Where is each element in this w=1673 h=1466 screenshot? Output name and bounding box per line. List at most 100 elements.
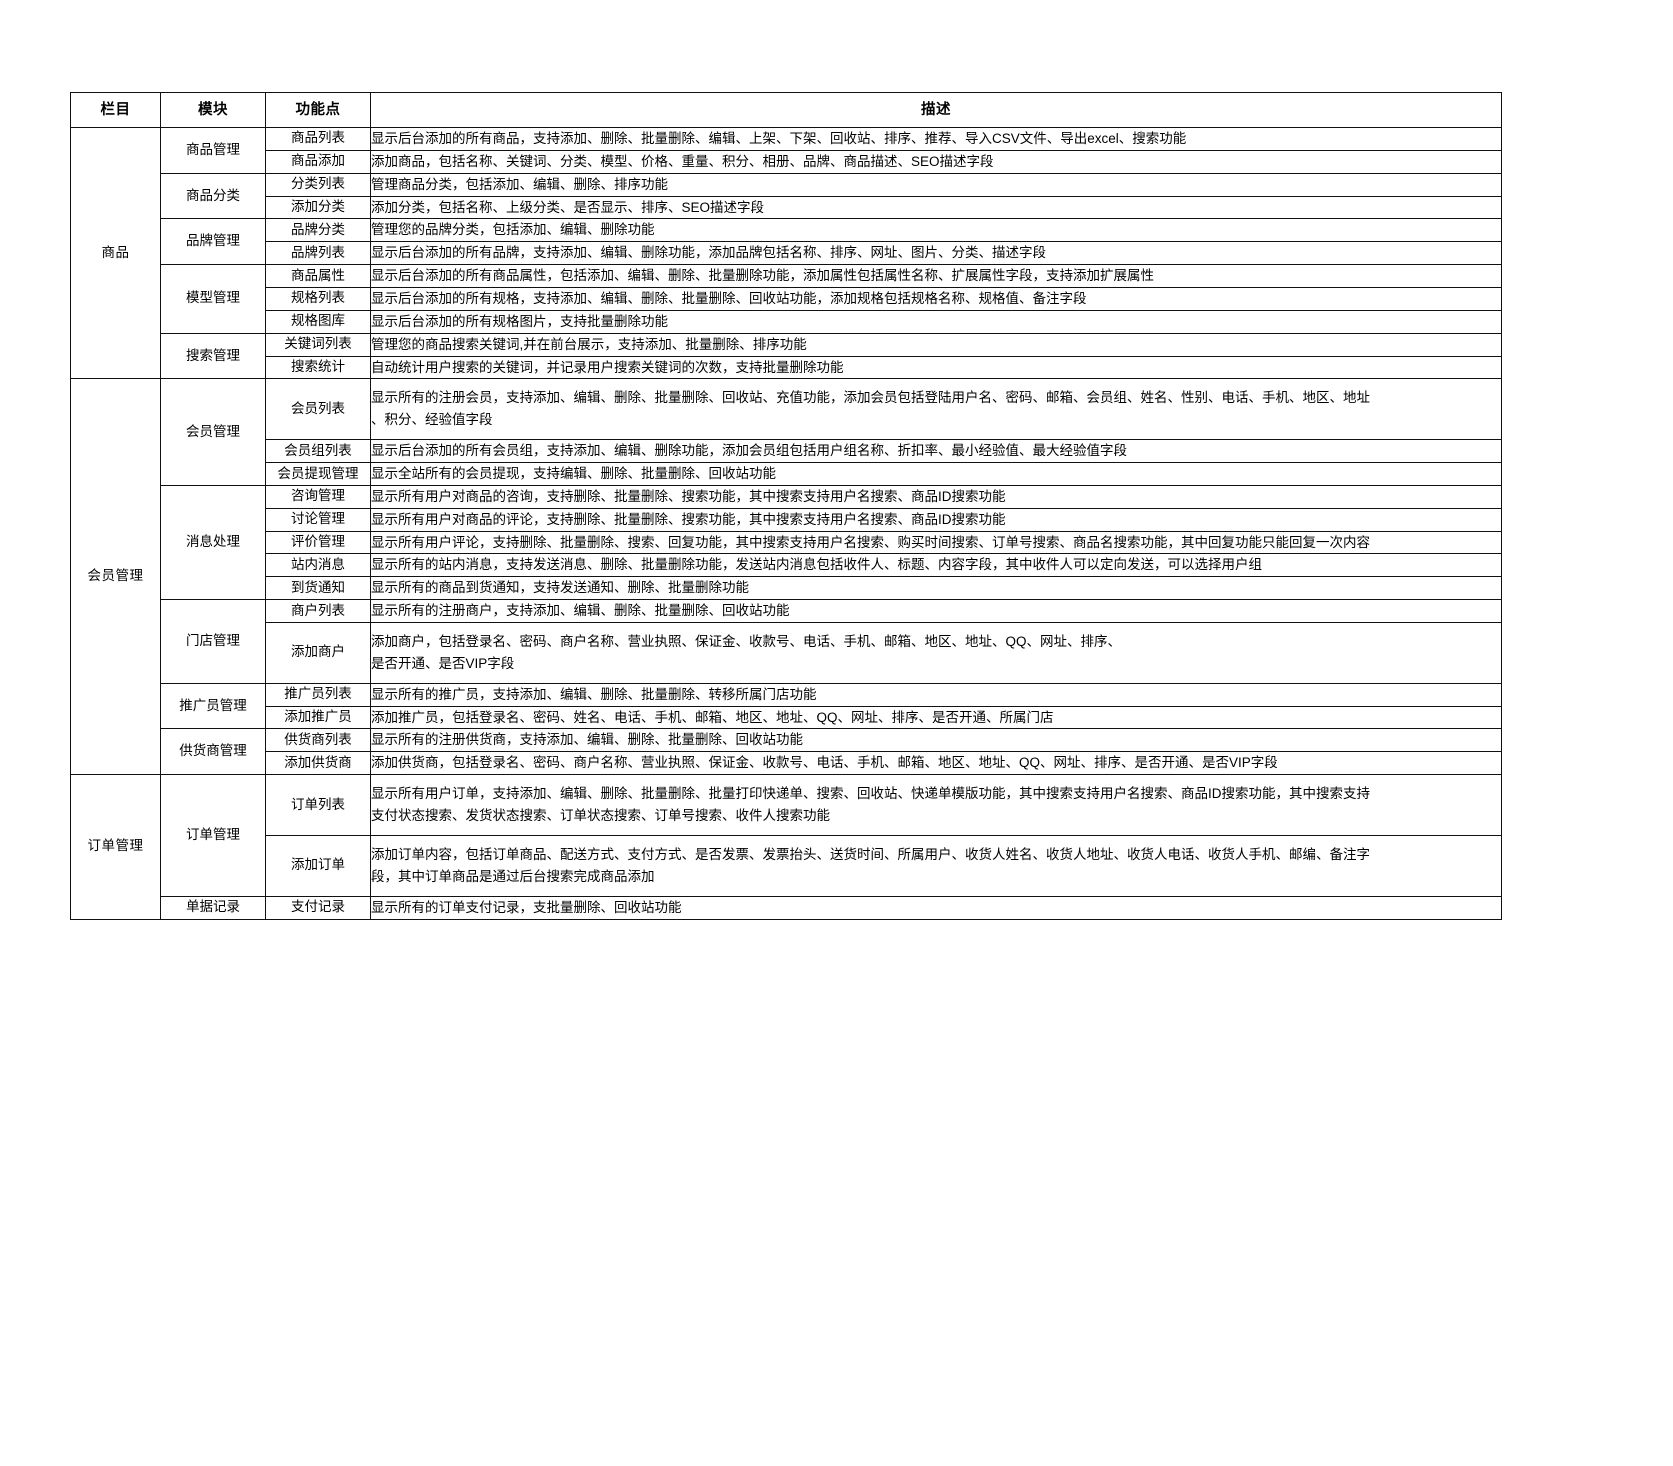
module-group-cell: 推广员管理 xyxy=(160,682,266,730)
table-row: 添加推广员 添加推广员，包括登录名、密码、姓名、电话、手机、邮箱、地区、地址、QQ… xyxy=(71,705,1502,730)
description-cell: 显示所有的订单支付记录，支批量删除、回收站功能 xyxy=(370,895,1502,920)
table-body: 商品 商品管理 商品列表 显示后台添加的所有商品，支持添加、删除、批量删除、编辑、上架… xyxy=(70,126,1502,920)
module-group-cell: 商品管理 xyxy=(160,127,266,174)
feature-cell: 会员列表 xyxy=(265,378,371,441)
feature-cell: 规格列表 xyxy=(265,287,371,311)
feature-cell: 商品属性 xyxy=(265,264,371,289)
feature-cell: 订单列表 xyxy=(265,774,371,836)
description-cell: 显示后台添加的所有规格，支持添加、编辑、删除、批量删除、回收站功能，添加规格包括… xyxy=(370,287,1502,311)
table-row: 规格列表 显示后台添加的所有规格，支持添加、编辑、删除、批量删除、回收站功能，添加… xyxy=(71,287,1502,311)
description-cell: 添加商户，包括登录名、密码、商户名称、营业执照、保证金、收款号、电话、手机、邮箱… xyxy=(370,622,1502,684)
description-line: 支付状态搜索、发货状态搜索、订单状态搜索、订单号搜索、收件人搜索功能 xyxy=(371,808,830,824)
description-cell: 显示后台添加的所有商品，支持添加、删除、批量删除、编辑、上架、下架、回收站、排序… xyxy=(370,127,1502,151)
table-row: 搜索统计 自动统计用户搜索的关键词，并记录用户搜索关键词的次数，支持批量删除功能 xyxy=(71,355,1502,380)
feature-cell: 添加供货商 xyxy=(265,751,371,776)
module-group-cell: 会员管理 xyxy=(160,378,266,486)
table-row: 会员管理 会员管理 会员列表 显示所有的注册会员，支持添加、编辑、删除、批量删除、回收… xyxy=(70,378,1502,776)
feature-cell: 咨询管理 xyxy=(265,484,371,509)
description-line: 是否开通、是否VIP字段 xyxy=(371,655,515,671)
feature-cell: 到货通知 xyxy=(265,576,371,601)
module-group-cell: 门店管理 xyxy=(160,599,266,684)
description-cell: 显示所有用户对商品的咨询，支持删除、批量删除、搜索功能，其中搜索支持用户名搜索、… xyxy=(370,484,1502,509)
header-feature: 功能点 xyxy=(265,92,371,128)
description-cell: 添加商品，包括名称、关键词、分类、模型、价格、重量、积分、相册、品牌、商品描述、… xyxy=(370,149,1502,174)
feature-cell: 会员提现管理 xyxy=(265,462,371,486)
feature-cell: 添加分类 xyxy=(265,195,371,220)
header-description: 描述 xyxy=(370,92,1502,128)
feature-cell: 讨论管理 xyxy=(265,507,371,532)
description-cell: 显示所有的注册商户，支持添加、编辑、删除、批量删除、回收站功能 xyxy=(370,599,1502,624)
column-group-cell: 会员管理 xyxy=(70,378,161,776)
feature-cell: 添加订单 xyxy=(265,834,371,897)
description-cell: 管理您的品牌分类，包括添加、编辑、删除功能 xyxy=(370,218,1502,243)
description-cell: 添加订单内容，包括订单商品、配送方式、支付方式、是否发票、发票抬头、送货时间、所… xyxy=(370,834,1502,897)
feature-cell: 商品添加 xyxy=(265,149,371,174)
table-row: 站内消息 显示所有的站内消息，支持发送消息、删除、批量删除功能，发送站内消息包括收… xyxy=(71,553,1502,578)
description-cell: 显示所有用户订单，支持添加、编辑、删除、批量删除、批量打印快递单、搜索、回收站、… xyxy=(370,774,1502,836)
table-row: 推广员管理 推广员列表 显示所有的推广员，支持添加、编辑、删除、批量删除、转移所属门… xyxy=(71,682,1502,730)
feature-cell: 推广员列表 xyxy=(265,682,371,707)
module-group-cell: 搜索管理 xyxy=(160,332,266,380)
feature-cell: 添加商户 xyxy=(265,622,371,684)
feature-cell: 搜索统计 xyxy=(265,355,371,380)
table-row: 会员组列表 显示后台添加的所有会员组，支持添加、编辑、删除功能，添加会员组包括用户… xyxy=(71,439,1502,464)
module-group-cell: 供货商管理 xyxy=(160,728,266,776)
document-page: 栏目 模块 功能点 描述 商品 商品管理 商品列表 显示后台添加的所有商品，支持添加、… xyxy=(0,0,1673,920)
table-header: 栏目 模块 功能点 描述 xyxy=(70,92,1502,128)
description-cell: 显示所有的商品到货通知，支持发送通知、删除、批量删除功能 xyxy=(370,576,1502,601)
feature-cell: 关键词列表 xyxy=(265,332,371,357)
table-row: 消息处理 咨询管理 显示所有用户对商品的咨询，支持删除、批量删除、搜索功能，其中搜索… xyxy=(71,484,1502,601)
feature-spec-table: 栏目 模块 功能点 描述 商品 商品管理 商品列表 显示后台添加的所有商品，支持添加、… xyxy=(70,92,1502,920)
description-cell: 显示所有的站内消息，支持发送消息、删除、批量删除功能，发送站内消息包括收件人、标… xyxy=(370,553,1502,578)
description-cell: 显示后台添加的所有商品属性，包括添加、编辑、删除、批量删除功能，添加属性包括属性… xyxy=(370,264,1502,289)
table-row: 到货通知 显示所有的商品到货通知，支持发送通知、删除、批量删除功能 xyxy=(71,576,1502,601)
description-cell: 管理您的商品搜索关键词,并在前台展示，支持添加、批量删除、排序功能 xyxy=(370,332,1502,357)
feature-cell: 品牌分类 xyxy=(265,218,371,243)
table-row: 添加订单 添加订单内容，包括订单商品、配送方式、支付方式、是否发票、发票抬头、送货… xyxy=(71,834,1502,897)
table-row: 品牌管理 品牌分类 管理您的品牌分类，包括添加、编辑、删除功能 xyxy=(71,218,1502,266)
table-row: 门店管理 商户列表 显示所有的注册商户，支持添加、编辑、删除、批量删除、回收站功能 xyxy=(71,599,1502,684)
description-cell: 添加分类，包括名称、上级分类、是否显示、排序、SEO描述字段 xyxy=(370,195,1502,220)
table-row: 规格图库 显示后台添加的所有规格图片，支持批量删除功能 xyxy=(71,309,1502,334)
description-cell: 显示所有用户评论，支持删除、批量删除、搜索、回复功能，其中搜索支持用户名搜索、购… xyxy=(370,530,1502,555)
description-cell: 显示所有用户对商品的评论，支持删除、批量删除、搜索功能，其中搜索支持用户名搜索、… xyxy=(370,507,1502,532)
module-group-cell: 商品分类 xyxy=(160,172,266,220)
description-line: 显示所有的注册会员，支持添加、编辑、删除、批量删除、回收站、充值功能，添加会员包… xyxy=(371,390,1370,406)
table-row: 模型管理 商品属性 显示后台添加的所有商品属性，包括添加、编辑、删除、批量删除功能，… xyxy=(71,264,1502,334)
feature-cell: 添加推广员 xyxy=(265,705,371,730)
table-row: 商品添加 添加商品，包括名称、关键词、分类、模型、价格、重量、积分、相册、品牌、商… xyxy=(71,149,1502,174)
table-row: 单据记录 支付记录 显示所有的订单支付记录，支批量删除、回收站功能 xyxy=(71,895,1502,920)
description-cell: 添加供货商，包括登录名、密码、商户名称、营业执照、保证金、收款号、电话、手机、邮… xyxy=(370,751,1502,776)
feature-cell: 会员组列表 xyxy=(265,439,371,464)
description-cell: 添加推广员，包括登录名、密码、姓名、电话、手机、邮箱、地区、地址、QQ、网址、排… xyxy=(370,705,1502,730)
table-row: 讨论管理 显示所有用户对商品的评论，支持删除、批量删除、搜索功能，其中搜索支持用户… xyxy=(71,507,1502,532)
module-group-cell: 单据记录 xyxy=(160,895,266,920)
description-cell: 显示后台添加的所有品牌，支持添加、编辑、删除功能，添加品牌包括名称、排序、网址、… xyxy=(370,241,1502,266)
feature-cell: 商品列表 xyxy=(265,127,371,151)
feature-cell: 支付记录 xyxy=(265,895,371,920)
feature-cell: 商户列表 xyxy=(265,599,371,624)
table-header-row: 栏目 模块 功能点 描述 xyxy=(70,92,1502,128)
description-cell: 显示所有的注册会员，支持添加、编辑、删除、批量删除、回收站、充值功能，添加会员包… xyxy=(370,378,1502,441)
description-cell: 显示后台添加的所有会员组，支持添加、编辑、删除功能，添加会员组包括用户组名称、折… xyxy=(370,439,1502,464)
description-line: 添加商户，包括登录名、密码、商户名称、营业执照、保证金、收款号、电话、手机、邮箱… xyxy=(371,634,1121,650)
table-row: 商品 商品管理 商品列表 显示后台添加的所有商品，支持添加、删除、批量删除、编辑、上架… xyxy=(70,126,1502,380)
feature-cell: 品牌列表 xyxy=(265,241,371,266)
feature-cell: 站内消息 xyxy=(265,553,371,578)
table-row: 品牌列表 显示后台添加的所有品牌，支持添加、编辑、删除功能，添加品牌包括名称、排序… xyxy=(71,241,1502,266)
column-group-cell: 订单管理 xyxy=(70,774,161,920)
table-row: 添加商户 添加商户，包括登录名、密码、商户名称、营业执照、保证金、收款号、电话、手… xyxy=(71,622,1502,684)
table-row: 订单管理 订单管理 订单列表 显示所有用户订单，支持添加、编辑、删除、批量删除、批量打… xyxy=(70,774,1502,920)
feature-cell: 分类列表 xyxy=(265,172,371,197)
description-line: 显示所有用户订单，支持添加、编辑、删除、批量删除、批量打印快递单、搜索、回收站、… xyxy=(371,786,1370,802)
module-group-cell: 模型管理 xyxy=(160,264,266,334)
feature-cell: 规格图库 xyxy=(265,309,371,334)
description-cell: 显示所有的注册供货商，支持添加、编辑、删除、批量删除、回收站功能 xyxy=(370,728,1502,753)
feature-cell: 评价管理 xyxy=(265,530,371,555)
description-cell: 显示所有的推广员，支持添加、编辑、删除、批量删除、转移所属门店功能 xyxy=(370,682,1502,707)
table-row: 评价管理 显示所有用户评论，支持删除、批量删除、搜索、回复功能，其中搜索支持用户名… xyxy=(71,530,1502,555)
table-row: 搜索管理 关键词列表 管理您的商品搜索关键词,并在前台展示，支持添加、批量删除、排序… xyxy=(71,332,1502,380)
description-cell: 自动统计用户搜索的关键词，并记录用户搜索关键词的次数，支持批量删除功能 xyxy=(370,355,1502,380)
table-row: 商品分类 分类列表 管理商品分类，包括添加、编辑、删除、排序功能 xyxy=(71,172,1502,220)
header-module: 模块 xyxy=(160,92,266,128)
